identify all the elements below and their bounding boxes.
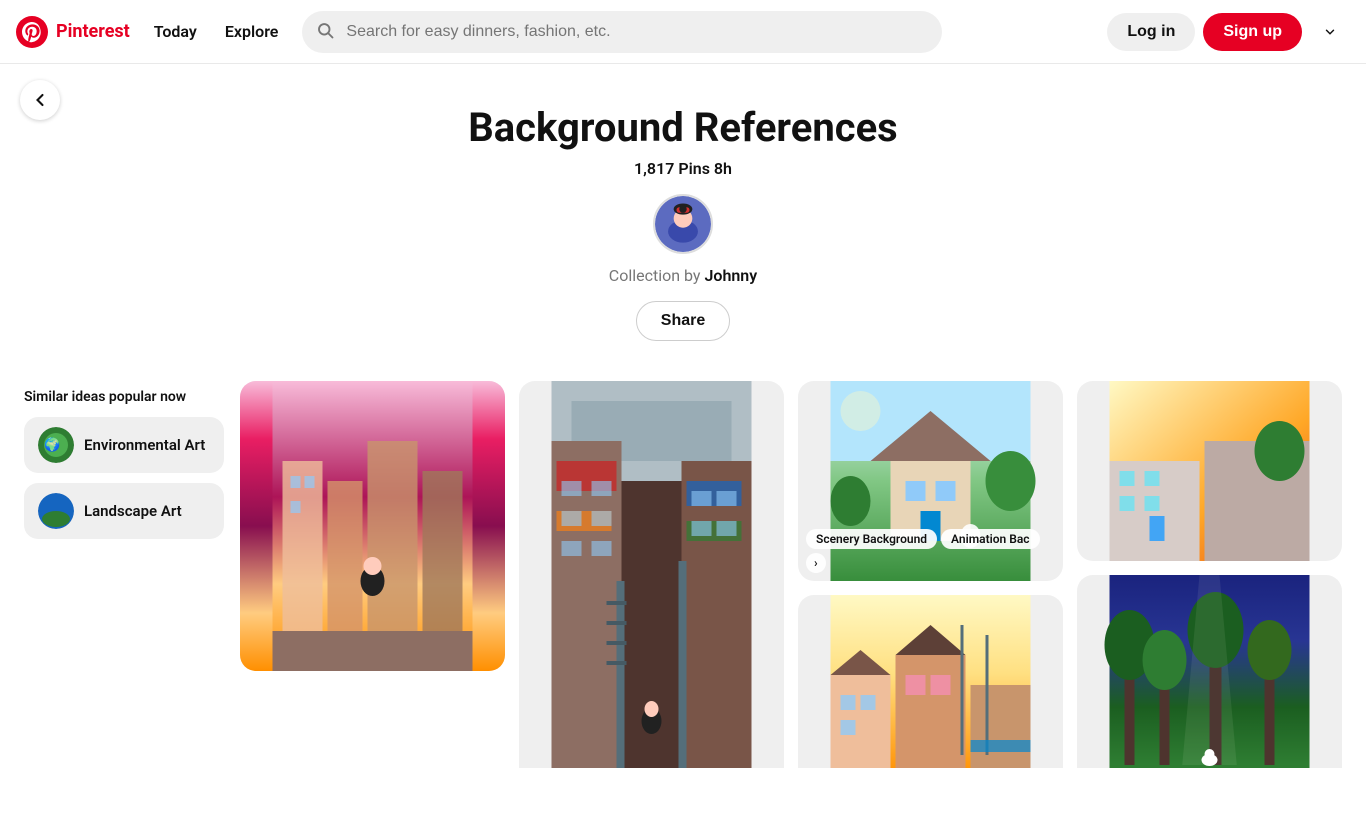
avatar-image [655, 196, 711, 252]
header: Pinterest Today Explore Log in Sign up [0, 0, 1366, 64]
nav-today[interactable]: Today [142, 14, 209, 49]
back-arrow-icon [30, 90, 50, 110]
pins-grid: Corgi Drawing Furry Drawing › [240, 381, 1342, 768]
avatar[interactable] [653, 194, 713, 254]
nav-explore[interactable]: Explore [213, 14, 291, 49]
main-content: Background References 1,817 Pins 8h Coll… [0, 64, 1366, 768]
login-button[interactable]: Log in [1107, 13, 1195, 51]
pin-tag-more[interactable]: › [806, 553, 826, 573]
land-art-label: Landscape Art [84, 502, 182, 520]
collection-header: Background References 1,817 Pins 8h Coll… [0, 64, 1366, 365]
pin-image [240, 381, 505, 671]
pin-card[interactable] [519, 381, 784, 768]
header-actions: Log in Sign up [1107, 12, 1350, 52]
back-button[interactable] [20, 80, 60, 120]
pin-card[interactable]: Giclee Art Print Art Prints Street › [798, 595, 1063, 768]
collection-by: Collection by Johnny [20, 266, 1346, 285]
logo-area[interactable]: Pinterest [16, 16, 130, 48]
pins-label: Pins [678, 159, 710, 178]
pin-tag: Animation Bac [941, 529, 1040, 549]
pin-card[interactable] [1077, 381, 1342, 561]
pin-artwork [1077, 575, 1342, 768]
pin-count: 1,817 [634, 159, 674, 178]
pin-card[interactable]: Scenery Background Animation Bac › [798, 381, 1063, 581]
collection-title: Background References [20, 104, 1346, 151]
svg-text:🌍: 🌍 [44, 437, 60, 453]
pin-artwork [1077, 381, 1342, 561]
pins-area: Similar ideas popular now 🌍 Environmenta… [0, 365, 1366, 768]
pin-tags: Scenery Background Animation Bac › [806, 529, 1055, 573]
sidebar-title: Similar ideas popular now [24, 389, 224, 405]
share-button[interactable]: Share [636, 301, 730, 341]
search-input[interactable] [302, 11, 942, 53]
pin-card[interactable] [240, 381, 505, 671]
land-art-thumb [38, 493, 74, 529]
sidebar: Similar ideas popular now 🌍 Environmenta… [24, 381, 224, 549]
search-icon [316, 21, 334, 43]
search-bar [302, 11, 942, 53]
sidebar-item-env-art[interactable]: 🌍 Environmental Art [24, 417, 224, 473]
brand-name: Pinterest [56, 21, 130, 42]
avatar-wrap [653, 194, 713, 254]
pin-artwork [240, 381, 505, 671]
main-nav: Today Explore [142, 14, 291, 49]
signup-button[interactable]: Sign up [1203, 13, 1302, 51]
sidebar-item-land-art[interactable]: Landscape Art [24, 483, 224, 539]
pin-card[interactable] [1077, 575, 1342, 768]
time-ago: 8h [714, 159, 732, 178]
pin-artwork [519, 381, 784, 768]
pinterest-logo-icon [16, 16, 48, 48]
collection-meta: 1,817 Pins 8h [20, 159, 1346, 178]
collection-by-prefix: Collection by [609, 266, 701, 285]
chevron-down-button[interactable] [1310, 12, 1350, 52]
pin-tag: Scenery Background [806, 529, 937, 549]
pin-artwork [798, 595, 1063, 768]
chevron-down-icon [1323, 25, 1337, 39]
author-link[interactable]: Johnny [704, 266, 757, 285]
env-art-thumb: 🌍 [38, 427, 74, 463]
env-art-label: Environmental Art [84, 436, 205, 454]
